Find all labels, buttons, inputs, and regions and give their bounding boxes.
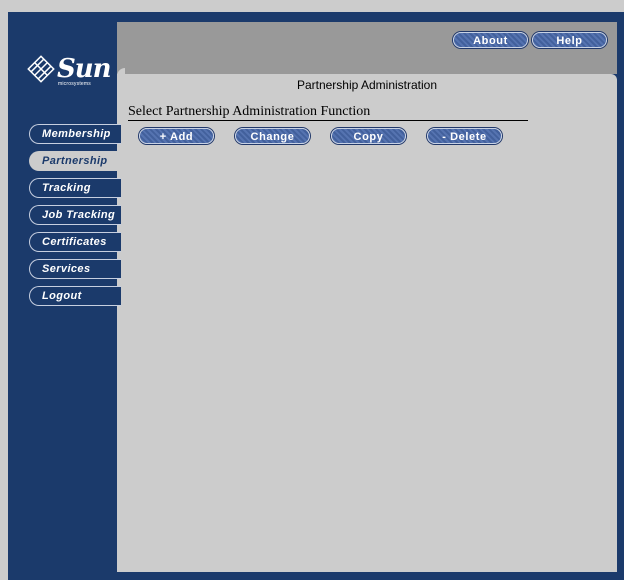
logo-subtext: microsystems [58,81,91,87]
section-heading: Select Partnership Administration Functi… [128,104,528,121]
sidebar-item-logout[interactable]: Logout [29,286,121,306]
about-button[interactable]: About [453,32,528,48]
delete-button[interactable]: - Delete [427,128,502,144]
add-button[interactable]: + Add [139,128,214,144]
sidebar-item-partnership[interactable]: Partnership [29,151,121,171]
sidebar-item-tracking[interactable]: Tracking [29,178,121,198]
header-bar [117,22,617,74]
sun-logo: Sun microsystems [27,55,117,91]
help-button[interactable]: Help [532,32,607,48]
page-title: Partnership Administration [296,78,438,92]
sidebar-item-membership[interactable]: Membership [29,124,121,144]
main-content-panel [117,74,617,572]
copy-button[interactable]: Copy [331,128,406,144]
logo-wordmark: Sun [57,54,112,84]
sidebar-item-certificates[interactable]: Certificates [29,232,121,252]
change-button[interactable]: Change [235,128,310,144]
sidebar-item-services[interactable]: Services [29,259,121,279]
sun-logo-diamond-icon [27,55,55,83]
sidebar-item-job-tracking[interactable]: Job Tracking [29,205,121,225]
